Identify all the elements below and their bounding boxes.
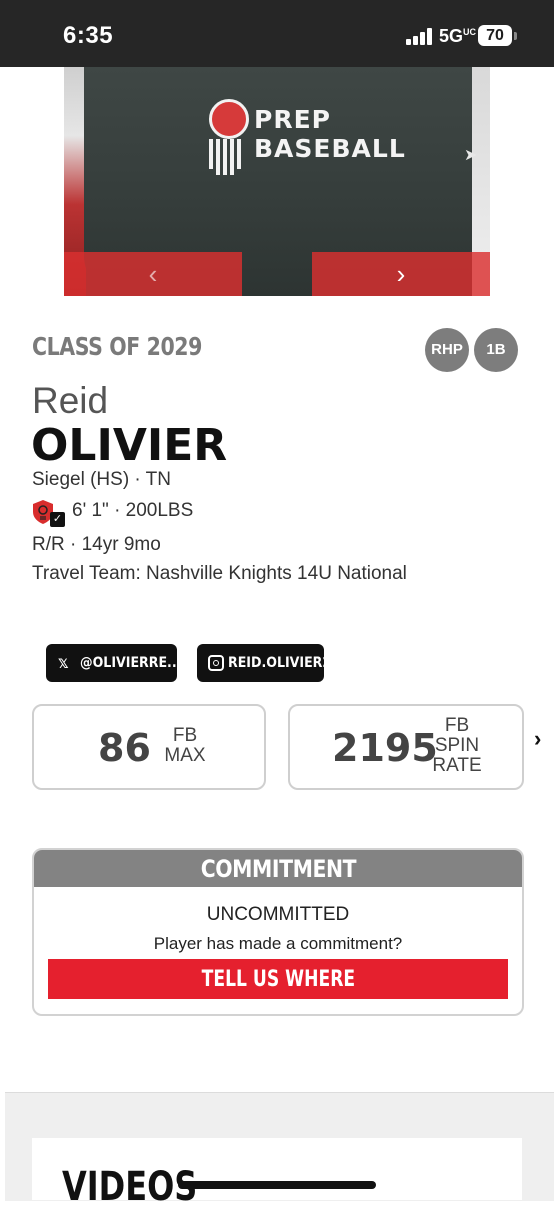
commitment-header: COMMITMENT [34,850,522,887]
instagram-icon [208,655,224,671]
brand-mark-icon: ➤ [464,147,478,164]
prep-baseball-logo-stripes [207,139,245,177]
stat-label: FB MAX [164,725,206,766]
player-first-name: Reid [32,380,109,421]
position-badge: 1B [474,328,518,372]
stat-value: 86 [98,726,151,770]
carousel-next-button[interactable]: › [312,252,490,296]
twitter-link[interactable]: 𝕩 @OLIVIERRE... [46,644,181,682]
cellular-signal-icon [406,28,434,45]
stat-card-fb-spin-rate[interactable]: 2195 FB SPIN RATE [288,704,524,790]
chevron-right-icon: › [396,259,406,289]
instagram-handle: REID.OLIVIER2 [228,655,332,671]
carousel-prev-button[interactable]: ‹ [64,252,242,296]
battery-tip [514,32,517,40]
status-bar: 6:35 5GUC 70 [0,0,554,67]
home-indicator[interactable] [178,1181,376,1189]
network-type: 5GUC [439,26,477,46]
videos-section: VIDEOS [32,1138,522,1210]
player-travel-team[interactable]: Travel Team: Nashville Knights 14U Natio… [32,563,407,585]
commitment-question: Player has made a commitment? [153,934,403,953]
videos-heading: VIDEOS [62,1164,198,1210]
player-last-name: OLIVIER [31,420,228,471]
class-of-label: CLASS OF 2029 [32,332,203,361]
twitter-handle: @OLIVIERRE... [80,655,182,671]
status-time: 6:35 [63,22,114,49]
commitment-card: COMMITMENT UNCOMMITTED Player has made a… [32,848,524,1016]
instagram-link[interactable]: REID.OLIVIER2 [197,644,331,682]
check-icon: ✓ [50,512,65,527]
prep-baseball-logo-icon [209,99,249,139]
player-size: 6' 1" · 200LBS [72,500,194,521]
chevron-left-icon: ‹ [148,259,158,289]
position-badge: RHP [425,328,469,372]
commitment-status: UNCOMMITTED [206,904,350,925]
stat-value: 2195 [332,726,438,770]
x-twitter-icon: 𝕩 [58,653,69,673]
tell-us-where-button[interactable]: TELL US WHERE [48,959,508,999]
player-photo-carousel[interactable]: PREP BASEBALL ➤ ‹ › [64,67,490,296]
stat-label: FB SPIN RATE [432,715,482,776]
player-bats-age: R/R · 14yr 9mo [32,534,161,555]
stats-next-arrow-icon[interactable]: › [534,726,541,752]
shirt-logo-text: PREP BASEBALL [254,105,406,163]
player-school[interactable]: Siegel (HS) · TN [32,469,171,491]
stat-card-fb-max[interactable]: 86 FB MAX [32,704,266,790]
battery-icon: 70 [478,25,512,46]
